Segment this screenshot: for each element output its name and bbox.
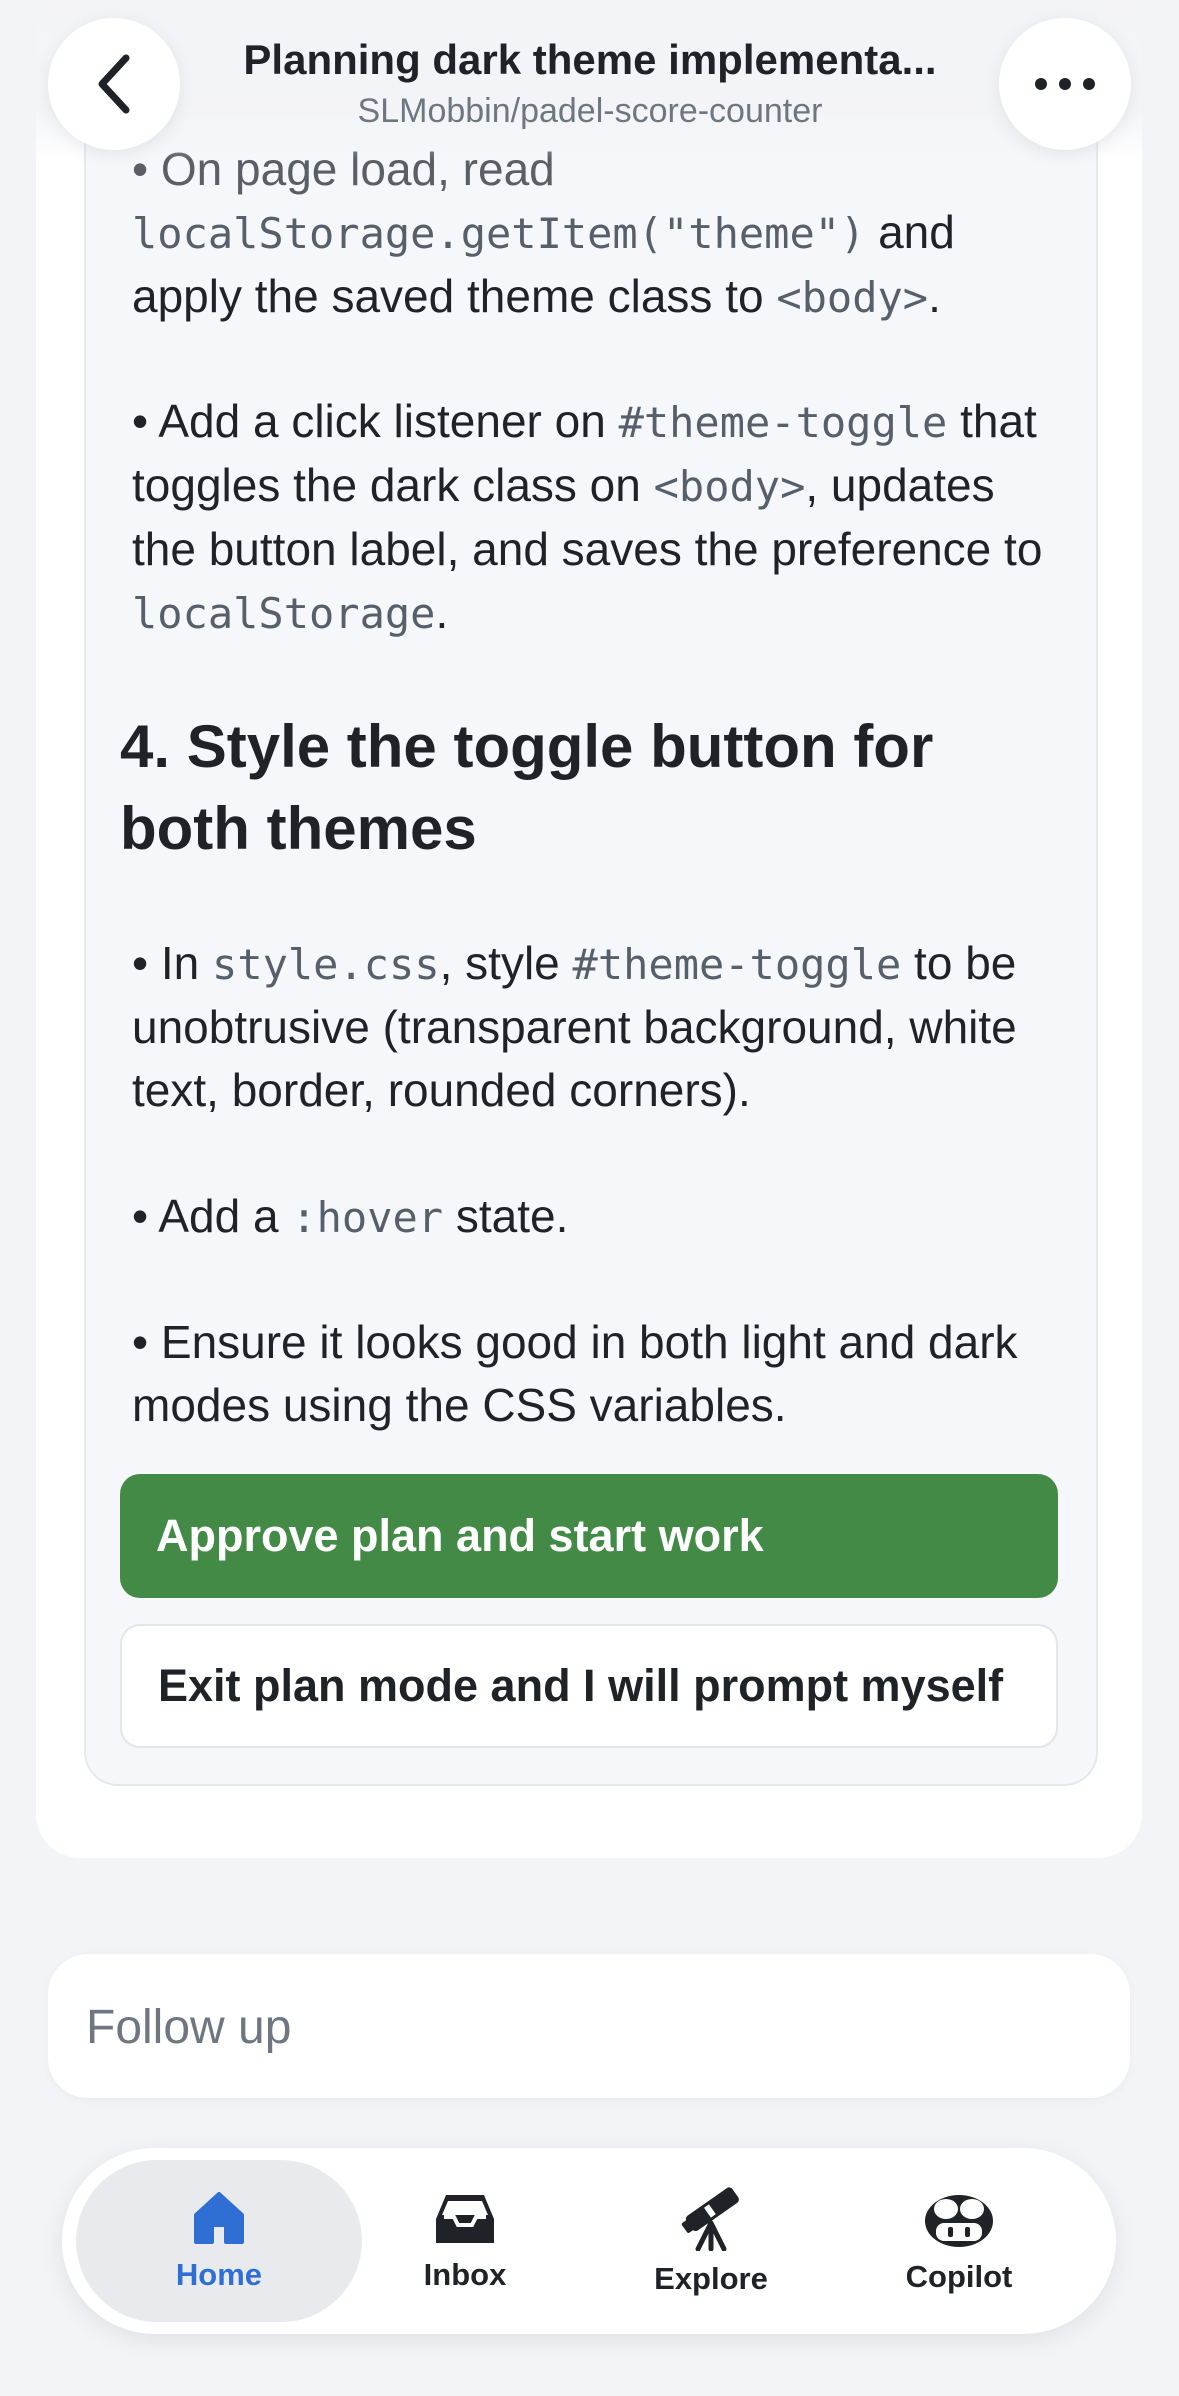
code-snippet: :hover xyxy=(291,1193,444,1242)
approve-plan-button[interactable]: Approve plan and start work xyxy=(120,1474,1058,1598)
tab-copilot-label: Copilot xyxy=(905,2259,1013,2294)
telescope-icon xyxy=(681,2187,739,2251)
step-text: . xyxy=(928,270,941,322)
inbox-icon xyxy=(436,2195,494,2243)
back-button[interactable] xyxy=(48,18,180,150)
plan-step-hover: • Add a :hover state. xyxy=(132,1185,1052,1249)
home-icon xyxy=(194,2192,244,2244)
tab-inbox-label: Inbox xyxy=(423,2257,507,2292)
step-text: • Add a xyxy=(132,1190,292,1242)
code-snippet: localStorage.getItem("theme") xyxy=(132,209,866,258)
follow-up-input[interactable] xyxy=(84,1954,1098,2100)
tab-home[interactable]: Home xyxy=(76,2160,362,2322)
exit-plan-mode-label: Exit plan mode and I will prompt myself xyxy=(158,1660,1004,1711)
step-text: • Ensure it looks good in both light and… xyxy=(132,1316,1018,1431)
repository-name: SLMobbin/padel-score-counter xyxy=(357,92,823,130)
tab-home-label: Home xyxy=(175,2257,263,2292)
conversation-title: Planning dark theme implementa... xyxy=(243,36,937,83)
code-snippet: <body> xyxy=(653,462,806,511)
code-snippet: style.css xyxy=(212,940,440,989)
tab-explore[interactable]: Explore xyxy=(588,2160,834,2322)
code-snippet: #theme-toggle xyxy=(572,940,902,989)
code-snippet: <body> xyxy=(776,273,929,322)
chevron-left-icon xyxy=(98,54,130,114)
plan-step-load-theme: • On page load, read localStorage.getIte… xyxy=(132,138,1052,329)
code-snippet: #theme-toggle xyxy=(618,398,948,447)
tab-explore-label: Explore xyxy=(654,2261,768,2296)
step-text: , style xyxy=(439,937,573,989)
step-text: state. xyxy=(443,1190,569,1242)
top-header: Planning dark theme implementa... SLMobb… xyxy=(0,0,1179,160)
step-text: • In xyxy=(132,937,213,989)
follow-up-input-container xyxy=(48,1954,1130,2100)
plan-step-both-modes: • Ensure it looks good in both light and… xyxy=(132,1311,1052,1437)
code-snippet: localStorage xyxy=(132,589,436,638)
ellipsis-icon xyxy=(1035,78,1095,90)
approve-plan-label: Approve plan and start work xyxy=(156,1510,764,1561)
bottom-tab-bar: Home Inbox Explore Copilot xyxy=(62,2148,1116,2334)
tab-inbox[interactable]: Inbox xyxy=(342,2160,588,2322)
plan-step-click-listener: • Add a click listener on #theme-toggle … xyxy=(132,390,1052,645)
tab-copilot[interactable]: Copilot xyxy=(836,2160,1082,2322)
plan-section-heading: 4. Style the toggle button for both them… xyxy=(120,713,934,862)
exit-plan-mode-button[interactable]: Exit plan mode and I will prompt myself xyxy=(120,1624,1058,1748)
plan-step-style-toggle: • In style.css, style #theme-toggle to b… xyxy=(132,932,1052,1122)
copilot-icon xyxy=(925,2195,993,2247)
more-options-button[interactable] xyxy=(999,18,1131,150)
step-text: • Add a click listener on xyxy=(132,395,619,447)
step-text: . xyxy=(435,586,449,638)
